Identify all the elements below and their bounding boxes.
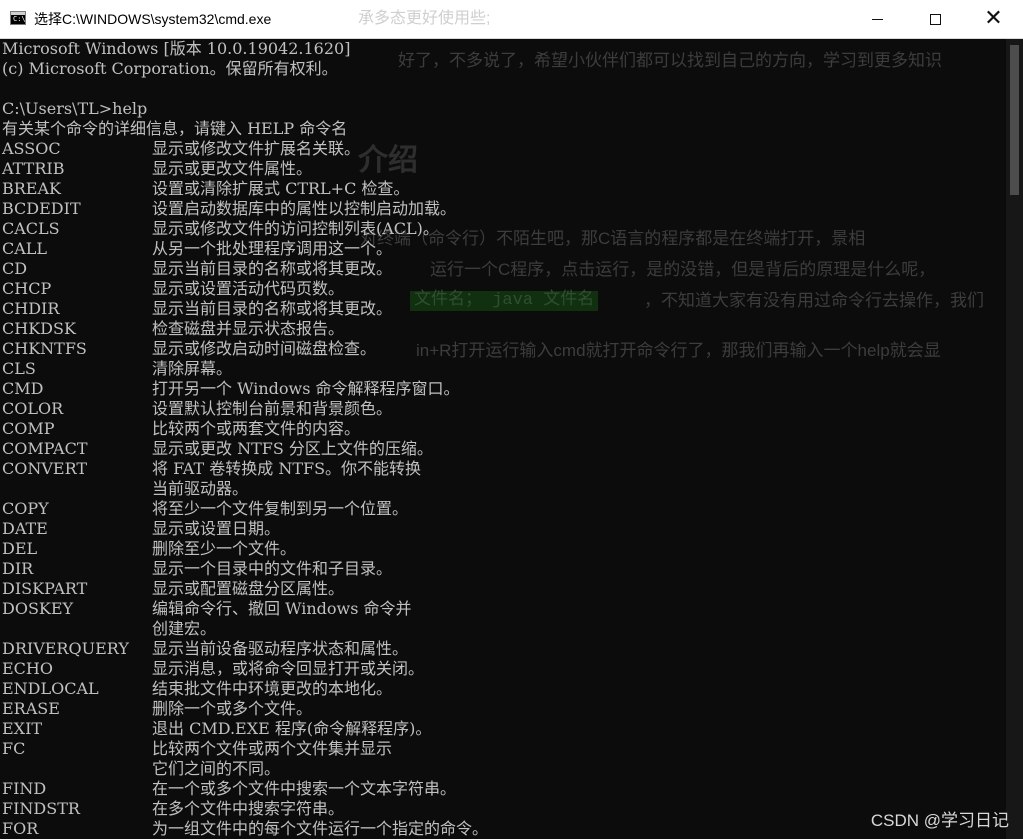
background-article-code: 文件名； java 文件名 xyxy=(410,291,599,311)
command-name: FIND xyxy=(2,779,47,798)
command-name: CD xyxy=(2,259,28,278)
command-name: FOR xyxy=(2,819,39,838)
console-header-line: (c) Microsoft Corporation。保留所有权利。 xyxy=(2,59,338,78)
command-description: 显示当前设备驱动程序状态和属性。 xyxy=(152,639,409,658)
command-description: 显示或设置日期。 xyxy=(152,519,281,538)
command-description: 显示消息，或将命令回显打开或关闭。 xyxy=(152,659,425,678)
background-article-line: in+R打开运行输入cmd就打开命令行了，那我们再输入一个help就会显 xyxy=(416,341,941,360)
command-description: 显示或配置磁盘分区属性。 xyxy=(152,579,345,598)
window-title: 选择C:\WINDOWS\system32\cmd.exe xyxy=(34,11,272,27)
command-name: CLS xyxy=(2,359,36,378)
console-output[interactable]: 好了，不多说了，希望小伙伴们都可以找到自己的方向，学习到更多知识 介绍 对终端（… xyxy=(0,39,1006,839)
command-name: FINDSTR xyxy=(2,799,80,818)
command-description: 设置启动数据库中的属性以控制启动加载。 xyxy=(152,199,457,218)
maximize-icon xyxy=(929,13,941,25)
command-description: 将至少一个文件复制到另一个位置。 xyxy=(152,499,409,518)
command-name: CMD xyxy=(2,379,44,398)
command-description: 删除一个或多个文件。 xyxy=(152,699,313,718)
cmd-window: C:\ 选择C:\WINDOWS\system32\cmd.exe 承多态更好使… xyxy=(0,0,1023,839)
cmd-icon-label: C:\ xyxy=(13,15,26,23)
background-article-heading: 介绍 xyxy=(358,144,418,177)
command-name: ATTRIB xyxy=(2,159,65,178)
cmd-app-icon[interactable]: C:\ xyxy=(10,11,26,25)
command-name: ERASE xyxy=(2,699,60,718)
command-description: 设置默认控制台前景和背景颜色。 xyxy=(152,399,393,418)
command-description: 比较两个文件或两个文件集并显示 xyxy=(152,739,393,758)
scrollbar-thumb[interactable] xyxy=(1010,45,1019,195)
minimize-icon xyxy=(871,18,883,20)
command-description: 打开另一个 Windows 命令解释程序窗口。 xyxy=(152,379,460,398)
command-description: 设置或清除扩展式 CTRL+C 检查。 xyxy=(152,179,410,198)
command-description: 显示或修改文件扩展名关联。 xyxy=(152,139,361,158)
command-description: 为一组文件中的每个文件运行一个指定的命令。 xyxy=(152,819,489,838)
command-name: COPY xyxy=(2,499,49,518)
command-description: 在多个文件中搜索字符串。 xyxy=(152,799,345,818)
title-bar[interactable]: C:\ 选择C:\WINDOWS\system32\cmd.exe 承多态更好使… xyxy=(0,0,1023,39)
command-name: DEL xyxy=(2,539,38,558)
command-name: BCDEDIT xyxy=(2,199,81,218)
command-description: 编辑命令行、撤回 Windows 命令并 xyxy=(152,599,412,618)
command-description: 显示当前目录的名称或将其更改。 xyxy=(152,299,393,318)
command-description: 它们之间的不同。 xyxy=(152,759,281,778)
maximize-button[interactable] xyxy=(906,0,964,38)
background-title-text: 承多态更好使用些; xyxy=(358,10,491,27)
command-name: ECHO xyxy=(2,659,53,678)
command-name: CACLS xyxy=(2,219,60,238)
command-description: 清除屏幕。 xyxy=(152,359,233,378)
command-description: 显示当前目录的名称或将其更改。 xyxy=(152,259,393,278)
command-name: ASSOC xyxy=(2,139,61,158)
vertical-scrollbar[interactable] xyxy=(1006,39,1023,839)
command-name: CHKDSK xyxy=(2,319,76,338)
command-name: DOSKEY xyxy=(2,599,74,618)
command-description: 创建宏。 xyxy=(152,619,217,638)
command-description: 从另一个批处理程序调用这一个。 xyxy=(152,239,393,258)
command-name: ENDLOCAL xyxy=(2,679,99,698)
command-name: COMP xyxy=(2,419,55,438)
command-description: 显示或更改文件属性。 xyxy=(152,159,313,178)
help-intro: 有关某个命令的详细信息，请键入 HELP 命令名 xyxy=(2,119,348,138)
console-header-line: Microsoft Windows [版本 10.0.19042.1620] xyxy=(2,39,351,58)
csdn-watermark: CSDN @学习日记 xyxy=(870,811,1009,830)
command-description: 检查磁盘并显示状态报告。 xyxy=(152,319,345,338)
command-description: 将 FAT 卷转换成 NTFS。你不能转换 xyxy=(152,459,422,478)
command-name: DIR xyxy=(2,559,34,578)
command-name: CHDIR xyxy=(2,299,60,318)
command-name: EXIT xyxy=(2,719,43,738)
command-description: 显示或修改文件的访问控制列表(ACL)。 xyxy=(152,219,439,238)
command-description: 显示或设置活动代码页数。 xyxy=(152,279,345,298)
command-description: 删除至少一个文件。 xyxy=(152,539,297,558)
command-name: DISKPART xyxy=(2,579,88,598)
command-name: DRIVERQUERY xyxy=(2,639,129,658)
command-name: FC xyxy=(2,739,26,758)
background-article-line: ，不知道大家有没有用过命令行去操作，我们 xyxy=(644,291,984,310)
command-name: CALL xyxy=(2,239,48,258)
command-name: CONVERT xyxy=(2,459,88,478)
background-article-line: 运行一个C程序，点击运行，是的没错，但是背后的原理是什么呢， xyxy=(430,260,936,279)
command-name: BREAK xyxy=(2,179,61,198)
command-name: COLOR xyxy=(2,399,64,418)
command-name: DATE xyxy=(2,519,48,538)
command-description: 显示一个目录中的文件和子目录。 xyxy=(152,559,393,578)
command-name: COMPACT xyxy=(2,439,88,458)
close-button[interactable]: ✕ xyxy=(964,0,1023,38)
command-description: 结束批文件中环境更改的本地化。 xyxy=(152,679,393,698)
close-icon: ✕ xyxy=(984,6,1003,31)
minimize-button[interactable] xyxy=(848,0,906,38)
command-description: 退出 CMD.EXE 程序(命令解释程序)。 xyxy=(152,719,432,738)
command-name: CHKNTFS xyxy=(2,339,87,358)
command-description: 显示或修改启动时间磁盘检查。 xyxy=(152,339,377,358)
command-description: 比较两个或两套文件的内容。 xyxy=(152,419,361,438)
console-prompt: C:\Users\TL>help xyxy=(2,99,148,118)
command-description: 显示或更改 NTFS 分区上文件的压缩。 xyxy=(152,439,433,458)
command-name: CHCP xyxy=(2,279,52,298)
command-description: 在一个或多个文件中搜索一个文本字符串。 xyxy=(152,779,457,798)
background-article-line: 好了，不多说了，希望小伙伴们都可以找到自己的方向，学习到更多知识 xyxy=(398,51,942,70)
command-description: 当前驱动器。 xyxy=(152,479,249,498)
